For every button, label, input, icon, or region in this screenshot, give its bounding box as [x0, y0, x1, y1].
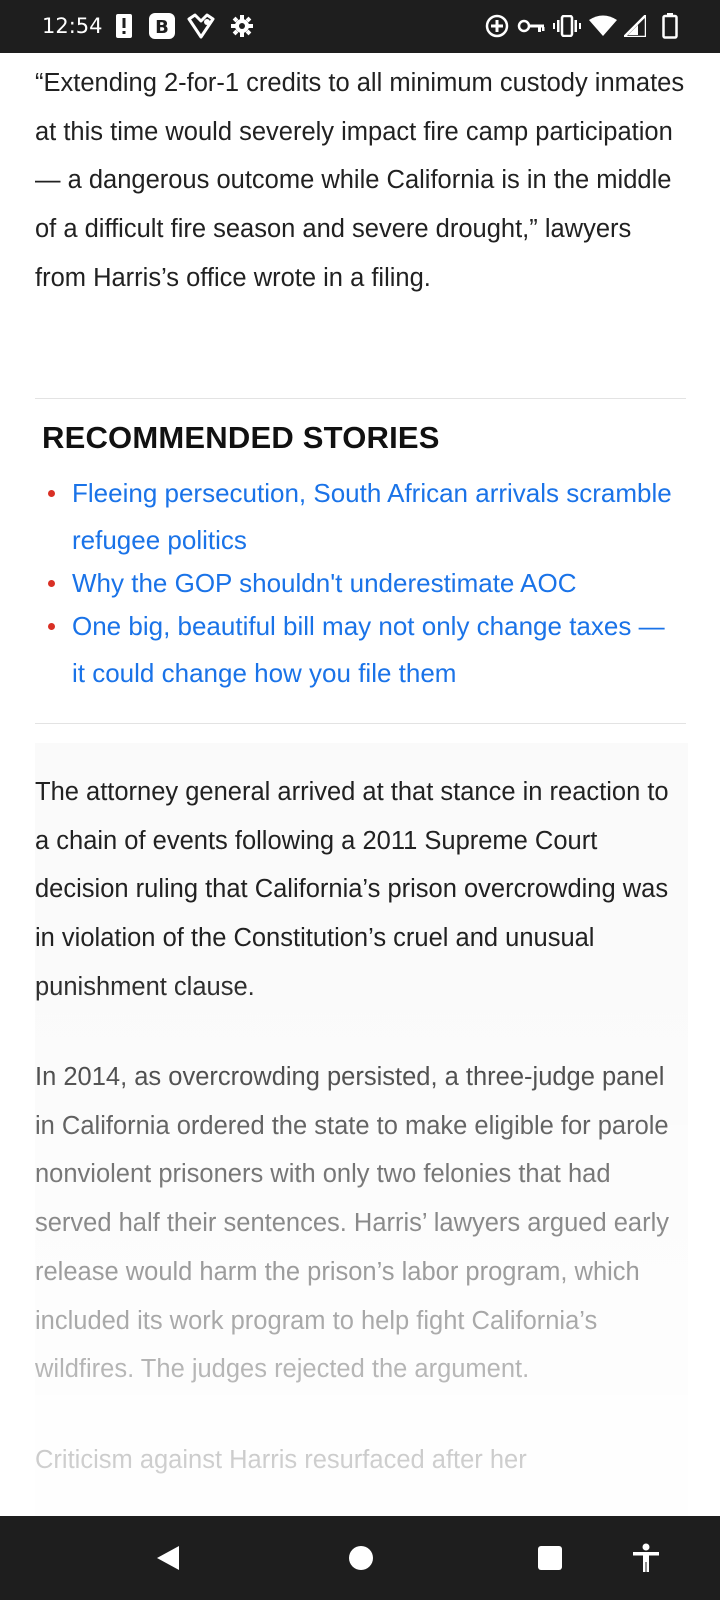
- article-content[interactable]: “Extending 2-for-1 credits to all minimu…: [0, 53, 720, 1516]
- recents-icon: [538, 1546, 562, 1570]
- article-paragraph: Criticism against Harris resurfaced afte…: [35, 1446, 527, 1474]
- article-paragraph: In 2014, as overcrowding persisted, a th…: [35, 1063, 670, 1384]
- home-button[interactable]: [339, 1536, 383, 1580]
- list-item: One big, beautiful bill may not only cha…: [42, 603, 682, 697]
- status-time: 12:54: [42, 14, 103, 38]
- gear-icon: [229, 12, 255, 40]
- wifi-icon: [588, 12, 618, 40]
- recommended-list: Fleeing persecution, South African arriv…: [42, 470, 682, 693]
- divider: [35, 723, 686, 724]
- data-saver-icon: [483, 12, 511, 40]
- list-item: Fleeing persecution, South African arriv…: [42, 470, 682, 564]
- accessibility-button[interactable]: [624, 1536, 668, 1580]
- recommended-link[interactable]: Fleeing persecution, South African arriv…: [72, 478, 672, 555]
- vpn-key-icon: [516, 12, 546, 40]
- back-icon: [157, 1546, 179, 1570]
- accessibility-icon: [633, 1543, 659, 1572]
- home-icon: [349, 1546, 373, 1570]
- article-paragraph: “Extending 2-for-1 credits to all minimu…: [35, 69, 685, 292]
- vibrate-icon: [552, 12, 582, 40]
- back-button[interactable]: [145, 1536, 189, 1580]
- signal-icon: [622, 12, 648, 40]
- recommended-link[interactable]: Why the GOP shouldn't underestimate AOC: [72, 568, 577, 598]
- list-item: Why the GOP shouldn't underestimate AOC: [42, 560, 682, 607]
- b-app-icon: B: [148, 12, 176, 40]
- bullet-icon: [48, 580, 55, 587]
- divider: [35, 398, 686, 399]
- navigation-bar: [0, 1516, 720, 1600]
- recommended-link[interactable]: One big, beautiful bill may not only cha…: [72, 611, 665, 688]
- svg-text:B: B: [155, 17, 169, 38]
- brave-icon: [186, 12, 216, 40]
- battery-icon: [660, 12, 680, 40]
- bullet-icon: [48, 490, 55, 497]
- article-paragraph: The attorney general arrived at that sta…: [35, 778, 669, 1001]
- recommended-heading: RECOMMENDED STORIES: [42, 420, 440, 455]
- status-bar: 12:54 B: [0, 0, 720, 53]
- alert-icon: [115, 12, 133, 40]
- bullet-icon: [48, 623, 55, 630]
- recents-button[interactable]: [528, 1536, 572, 1580]
